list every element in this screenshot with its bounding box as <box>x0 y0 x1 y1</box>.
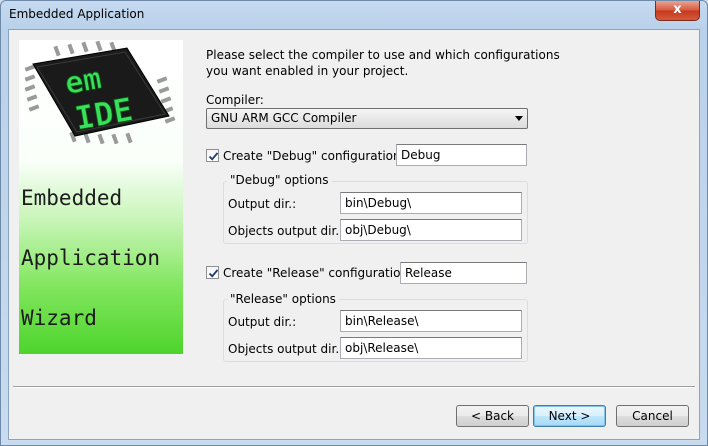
emide-logo: em IDE <box>24 40 176 144</box>
chevron-down-icon <box>515 116 523 121</box>
wizard-page: em IDE Embedded Application Wizard Pleas… <box>8 29 700 440</box>
intro-line: you want enabled in your project. <box>206 64 409 78</box>
compiler-dropdown[interactable]: GNU ARM GCC Compiler <box>206 108 528 129</box>
compiler-label: Compiler: <box>206 93 264 107</box>
title-bar[interactable]: Embedded Application x <box>1 1 707 29</box>
window-title: Embedded Application <box>9 7 145 21</box>
wizard-window: Embedded Application x em IDE Embedded A… <box>0 0 708 446</box>
compiler-selected-value: GNU ARM GCC Compiler <box>211 111 357 125</box>
wizard-banner: em IDE Embedded Application Wizard <box>19 40 183 354</box>
wizard-banner-text: Embedded Application Wizard <box>21 148 160 368</box>
banner-line: Application <box>21 246 161 270</box>
release-output-dir-field[interactable]: bin\Release\ <box>340 310 522 332</box>
release-name-field[interactable]: Release <box>400 262 527 284</box>
checkmark-icon <box>208 269 219 278</box>
debug-name-field[interactable]: Debug <box>396 144 527 166</box>
debug-checkbox-label[interactable]: Create "Debug" configuration: <box>223 149 405 163</box>
cancel-button[interactable]: Cancel <box>616 405 689 427</box>
release-output-dir-label: Output dir.: <box>228 315 297 329</box>
banner-line: Wizard <box>21 306 97 330</box>
debug-objects-dir-field[interactable]: obj\Debug\ <box>340 219 522 241</box>
release-options-title: "Release" options <box>227 292 339 306</box>
close-icon: x <box>673 2 682 17</box>
back-button[interactable]: < Back <box>456 405 529 427</box>
button-divider <box>13 386 695 388</box>
next-button[interactable]: Next > <box>533 405 606 427</box>
debug-objects-dir-label: Objects output dir.: <box>228 224 344 238</box>
close-button[interactable]: x <box>655 1 700 21</box>
debug-output-dir-field[interactable]: bin\Debug\ <box>340 192 522 214</box>
debug-checkbox[interactable] <box>206 149 219 162</box>
intro-line: Please select the compiler to use and wh… <box>206 48 560 62</box>
release-checkbox-label[interactable]: Create "Release" configuration: <box>223 266 412 280</box>
checkmark-icon <box>208 152 219 161</box>
release-objects-dir-label: Objects output dir.: <box>228 342 344 356</box>
intro-text: Please select the compiler to use and wh… <box>206 47 566 79</box>
release-objects-dir-field[interactable]: obj\Release\ <box>340 337 522 359</box>
debug-options-title: "Debug" options <box>227 173 332 187</box>
banner-line: Embedded <box>21 186 123 210</box>
release-checkbox[interactable] <box>206 266 219 279</box>
debug-output-dir-label: Output dir.: <box>228 197 297 211</box>
